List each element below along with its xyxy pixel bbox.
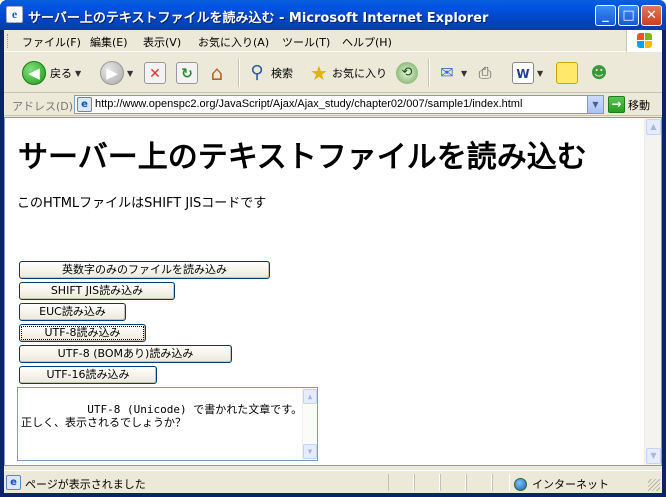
page-status-icon: e — [6, 475, 21, 490]
standard-toolbar: ◀ 戻る ▼ ▶ ▼ ✕ ↻ ⌂ ⚲ 検索 ★ お気に入り ⟲ ✉ ▼ ⎙ W … — [4, 53, 662, 93]
word-edit-icon: W — [512, 62, 534, 84]
load-utf8-bom-button[interactable]: UTF-8 (BOMあり)読み込み — [19, 345, 232, 363]
edit-dropdown-icon[interactable]: ▼ — [537, 69, 543, 78]
refresh-icon: ↻ — [176, 62, 198, 84]
menu-edit[interactable]: 編集(E) — [90, 34, 128, 50]
page-viewport: サーバー上のテキストファイルを読み込む このHTMLファイルはSHIFT JIS… — [4, 117, 662, 466]
title-bar[interactable]: e サーバー上のテキストファイルを読み込む - Microsoft Intern… — [0, 0, 666, 30]
menu-help[interactable]: ヘルプ(H) — [342, 34, 392, 50]
menu-bar: ファイル(F) 編集(E) 表示(V) お気に入り(A) ツール(T) ヘルプ(… — [4, 30, 662, 52]
page-body: サーバー上のテキストファイルを読み込む このHTMLファイルはSHIFT JIS… — [5, 118, 645, 465]
forward-dropdown-icon[interactable]: ▼ — [127, 69, 133, 78]
result-text: UTF-8 (Unicode) で書かれた文章です。 正しく、表示されるでしょう… — [21, 403, 303, 429]
minimize-button[interactable]: _ — [595, 5, 616, 26]
maximize-button[interactable]: □ — [618, 5, 639, 26]
history-icon: ⟲ — [396, 62, 418, 84]
load-utf16-button[interactable]: UTF-16読み込み — [19, 366, 157, 384]
note-icon — [556, 62, 578, 84]
load-alphanumeric-button[interactable]: 英数字のみのファイルを読み込み — [19, 261, 270, 279]
load-shift-jis-button[interactable]: SHIFT JIS読み込み — [19, 282, 175, 300]
address-url[interactable]: http://www.openspc2.org/JavaScript/Ajax/… — [95, 98, 522, 110]
textarea-scrollbar[interactable]: ▲ ▼ — [302, 388, 317, 460]
messenger-button[interactable]: ☻ — [588, 57, 610, 89]
address-label: アドレス(D) — [12, 100, 74, 113]
menu-view[interactable]: 表示(V) — [143, 34, 181, 50]
address-input[interactable]: e http://www.openspc2.org/JavaScript/Aja… — [74, 95, 604, 114]
menu-tools[interactable]: ツール(T) — [282, 34, 330, 50]
menu-favorites[interactable]: お気に入り(A) — [198, 34, 269, 50]
print-icon: ⎙ — [478, 63, 492, 82]
mail-button[interactable]: ✉ ▼ — [436, 57, 467, 89]
history-button[interactable]: ⟲ — [396, 57, 418, 89]
back-dropdown-icon[interactable]: ▼ — [75, 69, 81, 78]
go-label: 移動 — [628, 98, 650, 112]
favorites-button[interactable]: ★ お気に入り — [308, 57, 387, 89]
page-icon: e — [77, 97, 92, 112]
load-euc-button[interactable]: EUC読み込み — [19, 303, 126, 321]
menu-grip[interactable] — [7, 34, 10, 48]
home-icon: ⌂ — [210, 61, 224, 85]
encoding-note: このHTMLファイルはSHIFT JISコードです — [17, 196, 267, 211]
address-bar: アドレス(D) e http://www.openspc2.org/JavaSc… — [4, 94, 662, 116]
forward-arrow-icon: ▶ — [100, 61, 124, 85]
result-textarea[interactable]: UTF-8 (Unicode) で書かれた文章です。 正しく、表示されるでしょう… — [17, 387, 318, 461]
ie-logo-icon: e — [6, 6, 23, 23]
mail-dropdown-icon[interactable]: ▼ — [461, 69, 467, 78]
textarea-scroll-up-icon[interactable]: ▲ — [303, 389, 317, 404]
scroll-down-icon[interactable]: ▼ — [646, 448, 661, 464]
page-heading: サーバー上のテキストファイルを読み込む — [18, 140, 587, 175]
favorites-star-icon: ★ — [310, 61, 328, 85]
internet-globe-icon — [514, 477, 527, 491]
window-title: サーバー上のテキストファイルを読み込む - Microsoft Internet… — [28, 11, 489, 26]
browser-client: ファイル(F) 編集(E) 表示(V) お気に入り(A) ツール(T) ヘルプ(… — [4, 30, 662, 493]
menu-file[interactable]: ファイル(F) — [22, 34, 81, 50]
close-button[interactable]: ✕ — [641, 5, 662, 26]
mail-icon: ✉ — [440, 63, 454, 82]
browser-window: e サーバー上のテキストファイルを読み込む - Microsoft Intern… — [0, 0, 666, 497]
messenger-icon: ☻ — [590, 63, 608, 82]
stop-button[interactable]: ✕ — [144, 57, 166, 89]
refresh-button[interactable]: ↻ — [176, 57, 198, 89]
back-arrow-icon: ◀ — [22, 61, 46, 85]
status-text: ページが表示されました — [25, 478, 146, 491]
favorites-label: お気に入り — [332, 67, 387, 80]
go-button[interactable]: → 移動 — [608, 95, 650, 114]
resize-grip[interactable] — [648, 479, 660, 491]
windows-logo-icon — [626, 30, 662, 52]
search-label: 検索 — [271, 67, 293, 80]
stop-icon: ✕ — [144, 62, 166, 84]
discuss-button[interactable] — [556, 57, 578, 89]
load-utf8-button[interactable]: UTF-8読み込み — [19, 324, 146, 342]
home-button[interactable]: ⌂ — [206, 57, 228, 89]
status-bar: e ページが表示されました インターネット — [4, 470, 662, 493]
scroll-up-icon[interactable]: ▲ — [646, 119, 661, 135]
search-button[interactable]: ⚲ 検索 — [246, 57, 293, 89]
back-button[interactable]: ◀ 戻る ▼ — [22, 57, 81, 89]
address-dropdown-icon[interactable]: ▼ — [587, 96, 603, 113]
page-scrollbar[interactable]: ▲ ▼ — [644, 118, 661, 465]
security-zone: インターネット — [514, 476, 609, 492]
back-label: 戻る — [50, 67, 72, 80]
print-button[interactable]: ⎙ — [474, 57, 496, 89]
zone-label: インターネット — [532, 478, 609, 491]
edit-button[interactable]: W ▼ — [512, 57, 543, 89]
go-arrow-icon: → — [608, 96, 625, 113]
forward-button[interactable]: ▶ ▼ — [100, 57, 133, 89]
search-icon: ⚲ — [250, 62, 264, 83]
textarea-scroll-down-icon[interactable]: ▼ — [303, 444, 317, 459]
